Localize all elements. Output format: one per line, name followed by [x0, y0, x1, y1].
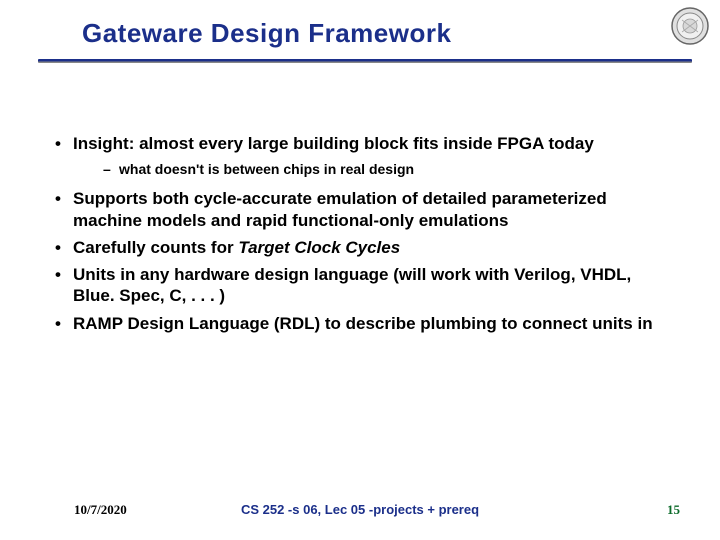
seal-icon [670, 6, 710, 46]
slide-footer: 10/7/2020 CS 252 -s 06, Lec 05 -projects… [0, 502, 720, 518]
sub-bullet-text: what doesn't is between chips in real de… [119, 161, 414, 177]
bullet-text-pre: Carefully counts for [73, 238, 238, 257]
bullet-item: Carefully counts for Target Clock Cycles [55, 237, 665, 258]
slide-title: Gateware Design Framework [82, 18, 680, 49]
sub-bullet-item: what doesn't is between chips in real de… [103, 160, 665, 178]
slide-body: Insight: almost every large building blo… [0, 63, 720, 334]
bullet-text: Supports both cycle-accurate emulation o… [73, 189, 607, 229]
bullet-item: Insight: almost every large building blo… [55, 133, 665, 178]
bullet-item: Units in any hardware design language (w… [55, 264, 665, 307]
bullet-item: Supports both cycle-accurate emulation o… [55, 188, 665, 231]
footer-date: 10/7/2020 [74, 502, 127, 518]
bullet-text: Insight: almost every large building blo… [73, 134, 594, 153]
bullet-text-italic: Target Clock Cycles [238, 238, 400, 257]
bullet-text: RAMP Design Language (RDL) to describe p… [73, 314, 653, 333]
bullet-item: RAMP Design Language (RDL) to describe p… [55, 313, 665, 334]
bullet-text: Units in any hardware design language (w… [73, 265, 631, 305]
footer-center: CS 252 -s 06, Lec 05 -projects + prereq [241, 502, 479, 517]
footer-page-number: 15 [667, 502, 680, 518]
